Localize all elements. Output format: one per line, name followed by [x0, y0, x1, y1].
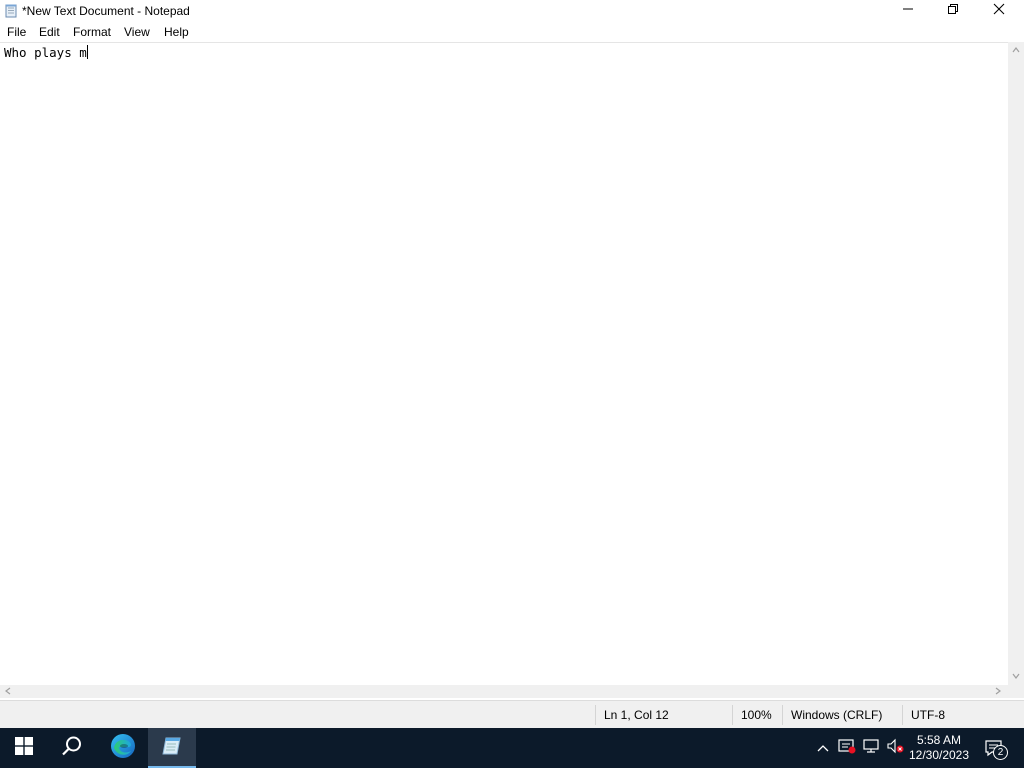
minimize-button[interactable]	[885, 0, 930, 22]
scroll-up-icon[interactable]	[1012, 46, 1020, 55]
edge-icon	[110, 733, 136, 764]
close-button[interactable]	[976, 0, 1021, 22]
restore-icon	[947, 2, 959, 20]
search-icon	[61, 735, 83, 762]
editor-text: Who plays m	[4, 45, 87, 60]
action-center-button[interactable]: 2	[980, 728, 1010, 768]
vertical-scrollbar[interactable]	[1008, 42, 1024, 685]
scroll-down-icon[interactable]	[1012, 672, 1020, 681]
taskbar: 5:58 AM 12/30/2023 2	[0, 728, 1024, 768]
title-bar: *New Text Document - Notepad	[0, 0, 1024, 22]
edge-taskbar-button[interactable]	[99, 728, 147, 768]
status-divider	[782, 705, 783, 725]
notepad-app-icon	[4, 4, 18, 18]
menu-view[interactable]: View	[124, 25, 150, 39]
status-zoom: 100%	[741, 708, 772, 722]
status-divider	[732, 705, 733, 725]
text-caret	[86, 45, 88, 59]
status-divider	[902, 705, 903, 725]
clock-date: 12/30/2023	[908, 748, 970, 762]
scroll-right-icon[interactable]	[995, 687, 1001, 697]
status-divider	[595, 705, 596, 725]
status-position: Ln 1, Col 12	[604, 708, 669, 722]
menu-help[interactable]: Help	[164, 25, 189, 39]
minimize-icon	[902, 2, 914, 20]
restore-button[interactable]	[930, 0, 975, 22]
network-tray-button[interactable]	[860, 728, 882, 768]
close-icon	[993, 2, 1005, 20]
editor-content[interactable]: Who plays m	[4, 45, 88, 60]
security-alert-icon	[838, 738, 856, 759]
start-icon	[15, 736, 33, 760]
window-title: *New Text Document - Notepad	[22, 4, 190, 18]
security-tray-button[interactable]	[836, 728, 858, 768]
show-hidden-icons-button[interactable]	[812, 728, 834, 768]
volume-muted-icon	[886, 738, 904, 759]
start-button[interactable]	[0, 728, 48, 768]
search-button[interactable]	[48, 728, 96, 768]
clock-time: 5:58 AM	[916, 733, 962, 747]
status-line-ending: Windows (CRLF)	[791, 708, 883, 722]
notification-count-badge: 2	[993, 745, 1008, 760]
notepad-taskbar-button[interactable]	[148, 728, 196, 768]
status-encoding: UTF-8	[911, 708, 945, 722]
menu-format[interactable]: Format	[73, 25, 111, 39]
volume-tray-button[interactable]	[884, 728, 906, 768]
menu-bar: File Edit Format View Help	[0, 22, 1024, 42]
menu-file[interactable]: File	[7, 25, 26, 39]
scroll-left-icon[interactable]	[5, 687, 11, 697]
menu-edit[interactable]: Edit	[39, 25, 60, 39]
text-editor[interactable]: Who plays m	[0, 42, 1024, 686]
scrollbar-corner	[1008, 685, 1024, 698]
network-icon	[862, 738, 880, 759]
status-bar: Ln 1, Col 12 100% Windows (CRLF) UTF-8	[0, 700, 1024, 729]
chevron-up-icon	[817, 739, 829, 757]
clock[interactable]: 5:58 AM 12/30/2023	[906, 728, 972, 768]
horizontal-scrollbar[interactable]	[0, 685, 1008, 698]
notification-icon: 2	[984, 738, 1008, 760]
notepad-icon	[161, 735, 183, 762]
